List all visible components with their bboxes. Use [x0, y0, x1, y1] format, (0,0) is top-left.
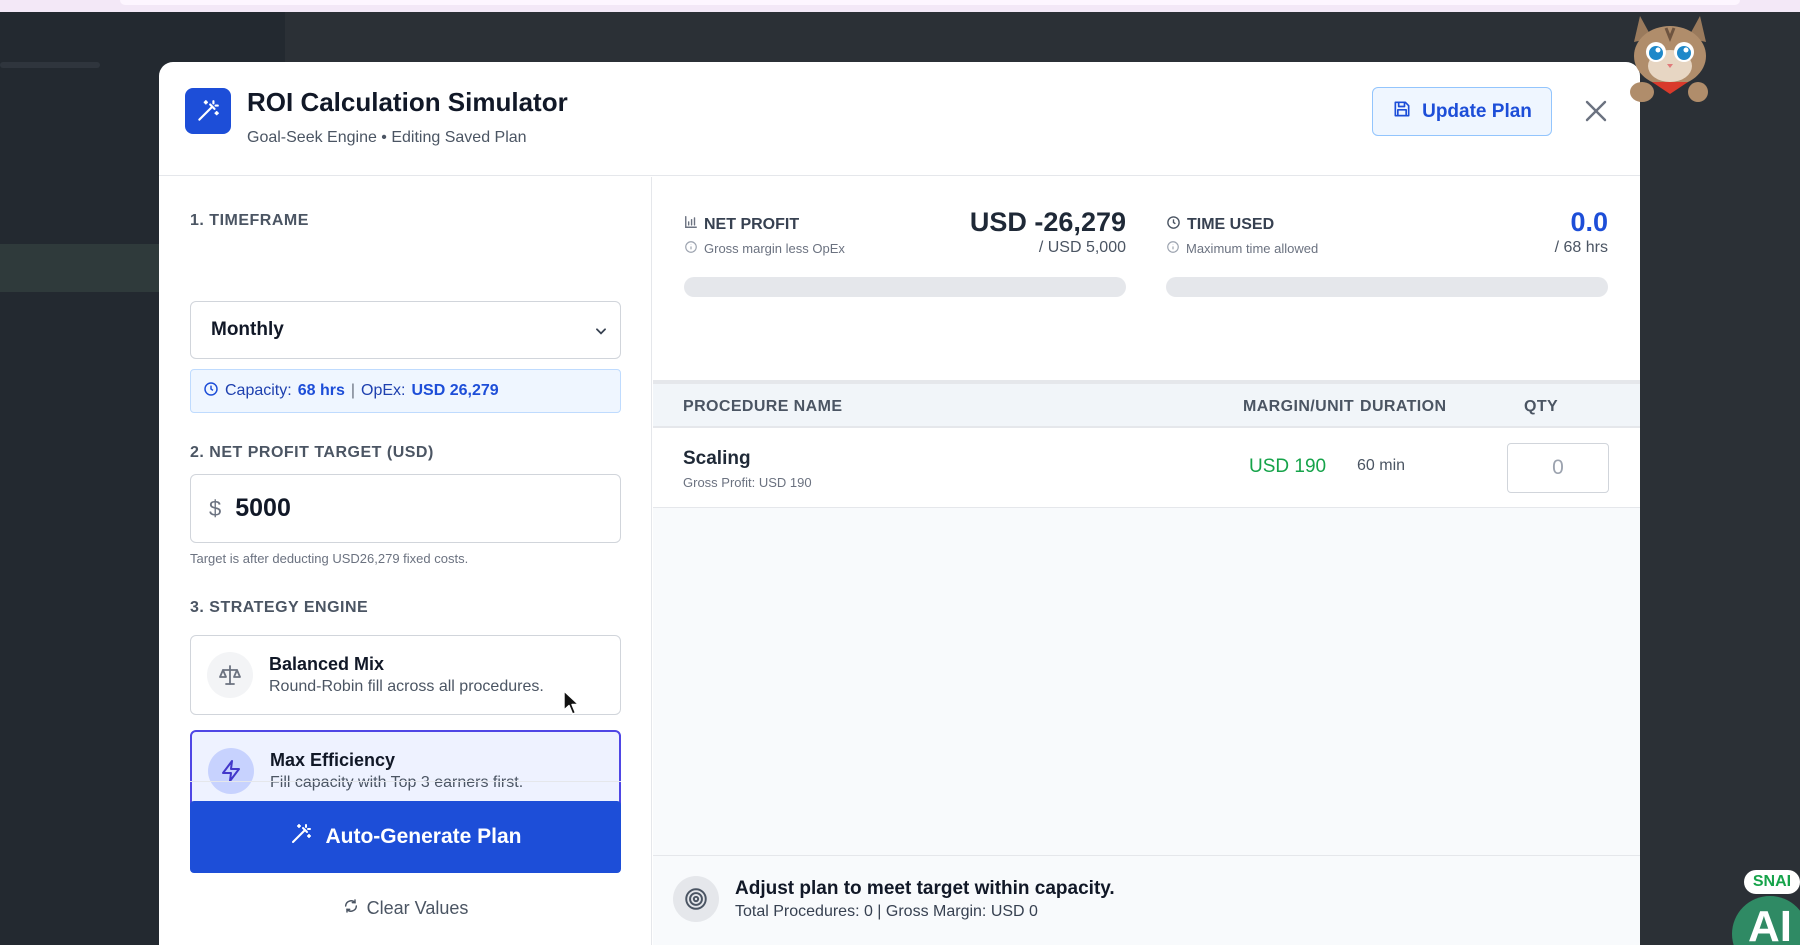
auto-generate-label: Auto-Generate Plan [325, 825, 522, 848]
time-used-note-text: Maximum time allowed [1186, 241, 1319, 256]
timeframe-label: 1. TIMEFRAME [190, 212, 309, 229]
capacity-info: Capacity: 68 hrs | OpEx: USD 26,279 [190, 369, 621, 413]
magic-wand-icon [185, 88, 231, 134]
net-profit-label-text: NET PROFIT [704, 215, 800, 233]
opex-label: OpEx: [361, 382, 406, 399]
procedure-name: Scaling [683, 448, 751, 469]
strategy-label: 3. STRATEGY ENGINE [190, 599, 369, 616]
net-profit-note: Gross margin less OpEx [684, 240, 845, 257]
net-profit-progress-bar [684, 277, 1126, 297]
lightning-icon [208, 748, 254, 794]
net-profit-note-text: Gross margin less OpEx [704, 241, 845, 256]
time-used-label: TIME USED [1166, 215, 1274, 235]
modal-subtitle: Goal-Seek Engine • Editing Saved Plan [247, 129, 527, 146]
timeframe-select[interactable]: Monthly [190, 301, 621, 359]
time-used-value: 0.0 [1570, 207, 1608, 237]
time-used-label-text: TIME USED [1187, 216, 1275, 233]
time-used-metric: TIME USED Maximum time allowed 0.0 / 68 … [1166, 207, 1608, 297]
procedure-duration: 60 min [1357, 457, 1406, 474]
clear-values-label: Clear Values [366, 897, 469, 918]
snai-badge: SNAI [1744, 870, 1800, 894]
close-button[interactable] [1579, 94, 1613, 128]
column-duration: DURATION [1360, 398, 1447, 415]
procedures-table-header: PROCEDURE NAME MARGIN/UNIT DURATION QTY [653, 384, 1640, 428]
capacity-value: 68 hrs [297, 382, 345, 399]
strategy-max-efficiency[interactable]: Max Efficiency Fill capacity with Top 3 … [190, 730, 621, 810]
time-used-target: / 68 hrs [1554, 239, 1608, 256]
strategy-efficiency-title: Max Efficiency [270, 750, 396, 770]
column-margin-unit: MARGIN/UNIT [1243, 398, 1355, 415]
actions-divider [190, 781, 621, 782]
column-qty: QTY [1524, 398, 1559, 415]
ai-logo: AI [1732, 896, 1800, 945]
browser-tab-strip [120, 0, 1740, 5]
chevron-down-icon [594, 322, 608, 344]
modal-header: ROI Calculation Simulator Goal-Seek Engi… [159, 62, 1640, 176]
plan-status-footer: Adjust plan to meet target within capaci… [653, 855, 1640, 945]
dollar-icon: $ [209, 495, 222, 521]
target-label: 2. NET PROFIT TARGET (USD) [190, 444, 434, 461]
opex-value: USD 26,279 [411, 382, 499, 399]
timeframe-selected-value: Monthly [211, 319, 284, 340]
target-icon [673, 876, 719, 922]
procedure-gross-profit: Gross Profit: USD 190 [683, 475, 812, 490]
cat-mascot-icon [1622, 8, 1718, 106]
auto-generate-plan-button[interactable]: Auto-Generate Plan [190, 801, 621, 873]
strategy-balanced-title: Balanced Mix [269, 654, 385, 674]
plan-settings-panel: 1. TIMEFRAME Monthly Capacity: 68 hrs | … [159, 177, 652, 945]
mouse-cursor-icon [563, 690, 580, 715]
modal-title: ROI Calculation Simulator [247, 87, 568, 117]
refresh-icon [343, 898, 359, 919]
bar-chart-icon [684, 215, 698, 234]
strategy-balanced-desc: Round-Robin fill across all procedures. [269, 678, 544, 695]
clear-values-button[interactable]: Clear Values [190, 890, 621, 926]
metrics-summary: NET PROFIT Gross margin less OpEx USD -2… [653, 177, 1640, 384]
net-profit-target: / USD 5,000 [1038, 239, 1126, 256]
info-icon [684, 240, 698, 257]
update-plan-button[interactable]: Update Plan [1372, 87, 1552, 136]
capacity-separator: | [350, 382, 355, 399]
net-profit-value: USD -26,279 [969, 207, 1126, 237]
time-used-note: Maximum time allowed [1166, 240, 1318, 257]
column-procedure-name: PROCEDURE NAME [683, 398, 843, 415]
table-row: Scaling Gross Profit: USD 190 USD 190 60… [653, 428, 1640, 508]
procedure-margin: USD 190 [1249, 456, 1327, 477]
background-sidebar-line [0, 62, 100, 68]
strategy-efficiency-desc: Fill capacity with Top 3 earners first. [270, 774, 524, 791]
snai-overlay-logo: SNAI AI [1728, 866, 1800, 945]
net-profit-target-input[interactable]: $ 5000 [190, 474, 621, 543]
update-plan-label: Update Plan [1422, 100, 1532, 122]
browser-top-bar [0, 0, 1800, 12]
results-panel: NET PROFIT Gross margin less OpEx USD -2… [653, 177, 1640, 945]
net-profit-label: NET PROFIT [684, 215, 799, 234]
status-summary: Total Procedures: 0 | Gross Margin: USD … [735, 903, 1038, 920]
save-icon [1392, 99, 1412, 125]
net-profit-metric: NET PROFIT Gross margin less OpEx USD -2… [684, 207, 1126, 297]
roi-simulator-modal: ROI Calculation Simulator Goal-Seek Engi… [159, 62, 1640, 945]
status-message: Adjust plan to meet target within capaci… [735, 878, 1115, 899]
magic-wand-icon [289, 822, 313, 852]
target-hint: Target is after deducting USD26,279 fixe… [190, 551, 469, 566]
scale-icon [207, 652, 253, 698]
clock-icon [1166, 215, 1181, 235]
info-icon [1166, 240, 1180, 257]
time-used-progress-bar [1166, 277, 1608, 297]
clock-icon [203, 381, 219, 402]
capacity-label: Capacity: [225, 382, 292, 399]
close-icon [1585, 100, 1607, 122]
background-sidebar-highlight [0, 244, 160, 292]
net-profit-target-value: 5000 [235, 494, 291, 522]
procedure-qty-input[interactable] [1507, 443, 1609, 493]
strategy-balanced-mix[interactable]: Balanced Mix Round-Robin fill across all… [190, 635, 621, 715]
